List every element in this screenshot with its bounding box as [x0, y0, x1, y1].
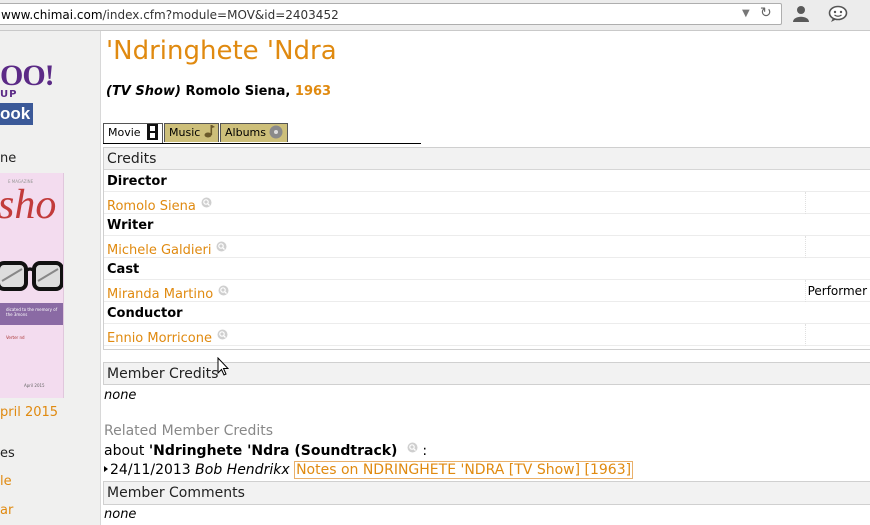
url-host: www.chimai.com — [1, 8, 103, 22]
tab-albums[interactable]: Albums — [220, 123, 288, 142]
sidebar-link-april-2015[interactable]: pril 2015 — [0, 405, 58, 420]
credit-role-writer: Writer — [107, 218, 154, 233]
related-entry-author[interactable]: Bob Hendrikx — [195, 462, 289, 478]
column-divider — [805, 236, 807, 258]
music-note-icon — [204, 125, 215, 138]
magazine-small-text: Verter nd — [6, 335, 25, 340]
mouse-cursor-icon — [217, 357, 229, 376]
credit-person-row: Romolo Siena — [104, 192, 870, 214]
search-icon[interactable] — [217, 329, 228, 340]
credit-person-link[interactable]: Romolo Siena — [107, 197, 212, 214]
credit-person-name[interactable]: Ennio Morricone — [107, 331, 212, 346]
related-about-prefix: about — [104, 443, 145, 459]
credits-panel: Credits Director Romolo Siena Writer Mic… — [103, 147, 870, 350]
related-about-suffix: : — [422, 443, 428, 459]
browser-toolbar: www.chimai.com/index.cfm?module=MOV&id=2… — [0, 0, 870, 31]
address-bar[interactable]: www.chimai.com/index.cfm?module=MOV&id=2… — [0, 3, 782, 25]
credit-note: Performer — [807, 284, 867, 298]
page-subtitle: (TV Show) Romolo Siena, 1963 — [106, 84, 331, 99]
credit-person-row: Michele Galdieri — [104, 236, 870, 258]
credit-person-name[interactable]: Miranda Martino — [107, 287, 213, 302]
sidebar-link-ar[interactable]: ar — [0, 503, 13, 518]
bullet-icon — [104, 466, 108, 472]
member-credits-empty: none — [104, 388, 137, 403]
glasses-illustration — [0, 261, 63, 291]
credit-person-name[interactable]: Michele Galdieri — [107, 243, 211, 258]
disc-icon — [269, 125, 283, 139]
sidebar-link-le[interactable]: le — [0, 474, 12, 489]
magazine-date: April 2015 — [24, 383, 45, 388]
credit-role-row: Conductor — [104, 302, 870, 324]
related-credits-title: Related Member Credits — [104, 423, 274, 439]
search-icon[interactable] — [407, 442, 418, 453]
related-entry-date: 24/11/2013 — [110, 462, 191, 478]
sidebar-home-label: ne — [0, 151, 17, 166]
column-divider — [805, 324, 807, 346]
related-about-line: about 'Ndringhete 'Ndra (Soundtrack) : — [104, 442, 427, 459]
related-entry: 24/11/2013 Bob Hendrikx Notes on NDRINGH… — [104, 461, 634, 479]
tabs-underline — [103, 143, 421, 144]
credit-person-name[interactable]: Romolo Siena — [107, 199, 196, 214]
credit-role-cast: Cast — [107, 262, 140, 277]
credit-role-row: Cast — [104, 258, 870, 280]
magazine-title: sho — [0, 182, 57, 228]
chat-icon[interactable] — [828, 5, 848, 23]
url-path: /index.cfm?module=MOV&id=2403452 — [102, 8, 339, 22]
film-icon — [147, 124, 159, 140]
member-comments-title: Member Comments — [107, 485, 245, 501]
credits-title: Credits — [107, 151, 157, 167]
sidebar-section-label: es — [0, 446, 15, 461]
search-icon[interactable] — [216, 241, 227, 252]
credit-person-row: Miranda Martino Performer — [104, 280, 870, 302]
search-icon[interactable] — [218, 285, 229, 296]
user-icon[interactable] — [792, 5, 810, 23]
subtitle-person[interactable]: Romolo Siena, — [185, 84, 290, 99]
yahoo-group-label: UP — [0, 89, 18, 100]
search-icon[interactable] — [201, 197, 212, 208]
related-about-name[interactable]: 'Ndringhete 'Ndra (Soundtrack) — [149, 443, 398, 459]
tab-music-label: Music — [169, 126, 201, 139]
member-comments-empty: none — [104, 507, 137, 522]
reload-icon[interactable]: ↻ — [760, 5, 772, 21]
credit-person-row: Ennio Morricone — [104, 324, 870, 346]
credit-person-link[interactable]: Michele Galdieri — [107, 241, 227, 258]
tab-movie[interactable]: Movie — [103, 123, 163, 144]
credits-header: Credits — [104, 148, 870, 170]
credit-person-link[interactable]: Miranda Martino — [107, 285, 229, 302]
sidebar: OO! UP ook ne E MAGAZINE sho dicated to … — [0, 31, 101, 525]
member-comments-header: Member Comments — [103, 481, 870, 505]
member-credits-title: Member Credits — [107, 366, 219, 382]
page-title: 'Ndringhete 'Ndra — [106, 36, 337, 66]
magazine-cover-image[interactable]: E MAGAZINE sho dicated to the memory of … — [0, 173, 64, 398]
tab-music[interactable]: Music — [164, 123, 219, 142]
url-dropdown-icon[interactable]: ▼ — [742, 8, 750, 19]
tab-albums-label: Albums — [225, 126, 266, 139]
credit-role-conductor: Conductor — [107, 306, 183, 321]
column-divider — [805, 192, 807, 214]
magazine-band: dicated to the memory of the 3mons — [0, 303, 63, 325]
credit-person-link[interactable]: Ennio Morricone — [107, 329, 228, 346]
related-entry-link[interactable]: Notes on NDRINGHETE 'NDRA [TV Show] [196… — [294, 461, 634, 479]
yahoo-logo[interactable]: OO! — [0, 59, 55, 93]
subtitle-year[interactable]: 1963 — [295, 84, 331, 99]
credit-role-director: Director — [107, 174, 167, 189]
address-bar-text[interactable]: www.chimai.com/index.cfm?module=MOV&id=2… — [1, 8, 339, 22]
magazine-band-text: dicated to the memory of the 3mons — [6, 307, 58, 317]
credit-role-row: Director — [104, 170, 870, 192]
tab-movie-label: Movie — [108, 126, 141, 139]
credit-role-row: Writer — [104, 214, 870, 236]
media-type: (TV Show) — [106, 84, 181, 99]
facebook-logo[interactable]: ook — [0, 103, 33, 125]
